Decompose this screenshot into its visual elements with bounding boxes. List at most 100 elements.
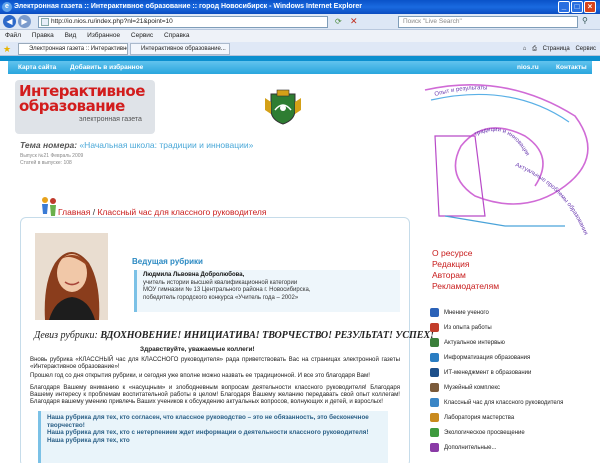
page-icon [41, 18, 49, 26]
sitemap-link[interactable]: Карта сайта [18, 61, 56, 74]
authors-link[interactable]: Авторам [432, 270, 499, 281]
window-titlebar: e Электронная газета :: Интерактивное об… [0, 0, 600, 14]
section-item-label: Музейный комплекс [444, 384, 501, 391]
author-line2: МОУ гимназии № 13 Центрального района г.… [143, 287, 311, 293]
section-item[interactable]: Музейный комплекс [430, 380, 563, 395]
maximize-button[interactable]: □ [571, 1, 583, 13]
menu-favorites[interactable]: Избранное [87, 32, 120, 39]
author-photo [35, 233, 108, 320]
add-favorites-link[interactable]: Добавить в избранное [70, 61, 143, 74]
forward-button[interactable]: ▶ [18, 15, 31, 28]
refresh-icon[interactable]: ⟳ [335, 17, 342, 26]
lab-icon [430, 413, 439, 422]
section-item-label: Классный час для классного руководителя [444, 399, 564, 406]
tools-menu[interactable]: Сервис [575, 46, 596, 52]
paragraph-2: Прошел год со дня открытия рубрики, и се… [30, 372, 370, 379]
spiral-text-2: традиции и инновации [473, 127, 530, 157]
stop-icon[interactable]: ✕ [350, 16, 358, 27]
section-item-label: Экологическое просвещение [444, 429, 525, 436]
greeting: Здравствуйте, уважаемые коллеги! [140, 346, 255, 353]
section-item[interactable]: Из опыта работы [430, 320, 563, 335]
about-link[interactable]: О ресурсе [432, 248, 499, 259]
issue-number: Выпуск №21 Февраль 2009 [20, 153, 84, 159]
section-item[interactable]: Лаборатория мастерства [430, 410, 563, 425]
search-input[interactable]: Поиск "Live Search" [398, 16, 578, 28]
section-item-label: Дополнительные... [444, 444, 497, 451]
people-icon [430, 398, 439, 407]
section-item-label: ИТ-менеджмент в образовании [444, 369, 532, 376]
paragraph-3: Благодаря Вашему вниманию к «насущным» и… [30, 384, 400, 406]
theme-value[interactable]: «Начальная школа: традиции и инновации» [79, 140, 253, 150]
section-item-label: Лаборатория мастерства [444, 414, 515, 421]
articles-count: Статей в выпуске: 108 [20, 160, 72, 166]
quote-1: Наша рубрика для тех, кто согласен, что … [47, 414, 369, 429]
breadcrumb-current: Классный час для классного руководителя [97, 207, 267, 217]
tab-active[interactable]: Электронная газета :: Интерактивное обра… [18, 43, 128, 55]
search-icon[interactable]: ⚲ [582, 16, 588, 25]
site-nav: Карта сайта Добавить в избранное nios.ru… [8, 61, 592, 74]
url-input[interactable]: http://io.nios.ru/index.php?nl=21&point=… [38, 16, 328, 28]
section-item[interactable]: Дополнительные... [430, 440, 563, 455]
microphone-icon [430, 338, 439, 347]
section-item-label: Мнение ученого [444, 309, 489, 316]
author-info: Людмила Львовна Добролюбова, учитель ист… [134, 270, 400, 312]
contacts-link[interactable]: Контакты [556, 61, 587, 74]
menu-view[interactable]: Вид [65, 32, 77, 39]
theme-label: Тема номера: [20, 140, 78, 150]
city-crest-icon [265, 89, 301, 125]
breadcrumb: Главная / Классный час для классного рук… [58, 207, 266, 217]
motto-label: Девиз рубрики: [34, 330, 98, 341]
ie-logo-icon: e [2, 2, 12, 12]
print-icon[interactable]: ⎙ [532, 46, 537, 52]
section-item[interactable]: Экологическое просвещение [430, 425, 563, 440]
breadcrumb-home[interactable]: Главная [58, 207, 90, 217]
it-icon [430, 368, 439, 377]
author-name: Людмила Львовна Добролюбова, [143, 272, 245, 278]
tab-second[interactable]: Интерактивное образование... [130, 43, 230, 55]
rubric-motto: Девиз рубрики: ВДОХНОВЕНИЕ! ИНИЦИАТИВА! … [34, 330, 434, 341]
menu-tools[interactable]: Сервис [131, 32, 153, 39]
motto-text: ВДОХНОВЕНИЕ! ИНИЦИАТИВА! ТВОРЧЕСТВО! РЕЗ… [100, 330, 435, 341]
paragraph-1: Вновь рубрика «КЛАССНЫЙ час для КЛАССНОГ… [30, 356, 400, 371]
person-icon [430, 308, 439, 317]
site-logo[interactable]: Интерактивное образование электронная га… [15, 80, 155, 134]
advertisers-link[interactable]: Рекламодателям [432, 281, 499, 292]
back-button[interactable]: ◀ [3, 15, 16, 28]
book-icon [430, 443, 439, 452]
lead-title: Ведущая рубрики [132, 257, 203, 266]
section-item[interactable]: Мнение ученого [430, 305, 563, 320]
quote-3: Наша рубрика для тех, кто [47, 436, 130, 444]
logo-subtitle: электронная газета [79, 116, 142, 123]
url-text: http://io.nios.ru/index.php?nl=21&point=… [51, 18, 173, 25]
svg-text:Актуальные проблемы образовани: Актуальные проблемы образования [514, 162, 588, 236]
favorites-star-icon[interactable]: ★ [3, 44, 11, 54]
leaf-icon [430, 428, 439, 437]
section-item[interactable]: Информатизация образования [430, 350, 563, 365]
minimize-button[interactable]: _ [558, 1, 570, 13]
svg-text:традиции и инновации: традиции и инновации [473, 127, 530, 157]
window-title: Электронная газета :: Интерактивное обра… [14, 3, 363, 10]
author-line1: учитель истории высшей квалификационной … [143, 279, 298, 286]
sections-list: Мнение ученого Из опыта работы Актуальное … [430, 305, 563, 455]
children-icon [42, 197, 56, 216]
spiral-text-3: Актуальные проблемы образования [514, 162, 588, 236]
issue-theme: Тема номера: «Начальная школа: традиции … [20, 140, 253, 150]
menu-bar: Файл Правка Вид Избранное Сервис Справка [0, 30, 600, 42]
close-button[interactable]: × [584, 1, 596, 13]
spiral-decoration: Опыт и результаты традиции и инновации А… [424, 83, 589, 236]
section-item[interactable]: ИТ-менеджмент в образовании [430, 365, 563, 380]
rubric-quote: Наша рубрика для тех, кто согласен, что … [38, 411, 388, 463]
menu-edit[interactable]: Правка [32, 32, 54, 39]
section-item-label: Из опыта работы [444, 324, 492, 331]
section-item[interactable]: Классный час для классного руководителя [430, 395, 563, 410]
command-bar: ⌂ ⎙ Страница Сервис [519, 42, 596, 56]
section-item[interactable]: Актуальное интервью [430, 335, 563, 350]
editorial-link[interactable]: Редакция [432, 259, 499, 270]
logo-line2: образование [19, 97, 125, 115]
nios-link[interactable]: nios.ru [517, 61, 539, 74]
menu-file[interactable]: Файл [5, 32, 21, 39]
page-menu[interactable]: Страница [543, 46, 570, 52]
monitor-icon [430, 353, 439, 362]
menu-help[interactable]: Справка [164, 32, 190, 39]
home-icon[interactable]: ⌂ [523, 46, 527, 52]
